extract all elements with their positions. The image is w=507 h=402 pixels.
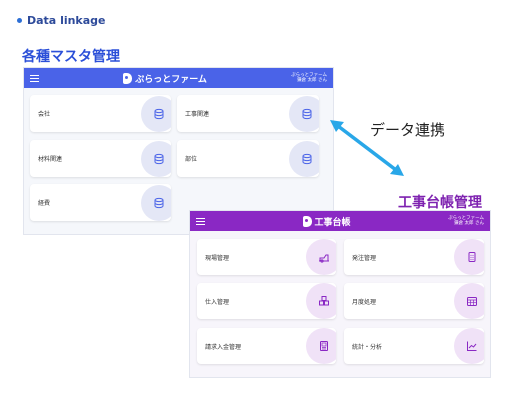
bullet-icon (17, 18, 22, 23)
koji-app-bar: 工事台帳 ぷらっとファーム 鎌倉 太郎 さん (190, 211, 490, 231)
koji-user-info[interactable]: ぷらっとファーム 鎌倉 太郎 さん (448, 216, 484, 226)
chart-line-icon (454, 328, 484, 364)
koji-app-screenshot: 工事台帳 ぷらっとファーム 鎌倉 太郎 さん 現場管理 発注管理 仕入管理 月度… (189, 210, 491, 378)
boxes-icon (306, 283, 336, 319)
master-app-name: ぷらっとファーム (135, 74, 207, 85)
master-card-construction[interactable]: 工事関連 (177, 95, 319, 132)
section-heading-text: Data linkage (27, 14, 106, 27)
calculator-icon (454, 239, 484, 275)
master-card-parts[interactable]: 部位 (177, 140, 319, 177)
master-app-bar: ぷらっとファーム ぷらっとファーム 鎌倉 太郎 さん (24, 68, 333, 88)
menu-icon[interactable] (196, 217, 205, 225)
user-name: 鎌倉 太郎 さん (454, 221, 484, 226)
database-icon (289, 140, 319, 177)
invoice-icon (306, 328, 336, 364)
koji-card-purchase[interactable]: 仕入管理 (197, 283, 336, 319)
database-icon (289, 95, 319, 132)
master-user-info[interactable]: ぷらっとファーム 鎌倉 太郎 さん (291, 73, 327, 83)
database-icon (141, 140, 171, 177)
koji-card-monthly[interactable]: 月度処理 (344, 283, 484, 319)
master-card-expenses[interactable]: 経費 (30, 184, 171, 221)
logo-icon (123, 72, 133, 84)
master-card-company[interactable]: 会社 (30, 95, 171, 132)
koji-card-order[interactable]: 発注管理 (344, 239, 484, 275)
user-name: 鎌倉 太郎 さん (297, 78, 327, 83)
section-heading: Data linkage (17, 14, 106, 27)
master-card-materials[interactable]: 材料関連 (30, 140, 171, 177)
koji-card-billing[interactable]: 請求入金管理 (197, 328, 336, 364)
koji-card-stats[interactable]: 統計・分析 (344, 328, 484, 364)
koji-card-site[interactable]: 現場管理 (197, 239, 336, 275)
logo-icon (302, 215, 312, 227)
master-app-logo[interactable]: ぷらっとファーム (123, 72, 207, 85)
menu-icon[interactable] (30, 74, 39, 82)
data-link-label: データ連携 (370, 121, 446, 139)
koji-app-name: 工事台帳 (314, 217, 351, 228)
koji-title: 工事台帳管理 (398, 195, 482, 211)
database-icon (141, 95, 171, 132)
koji-app-logo[interactable]: 工事台帳 (302, 215, 351, 228)
calendar-icon (454, 283, 484, 319)
database-icon (141, 184, 171, 221)
construction-icon (306, 239, 336, 275)
master-title: 各種マスタ管理 (22, 49, 120, 65)
